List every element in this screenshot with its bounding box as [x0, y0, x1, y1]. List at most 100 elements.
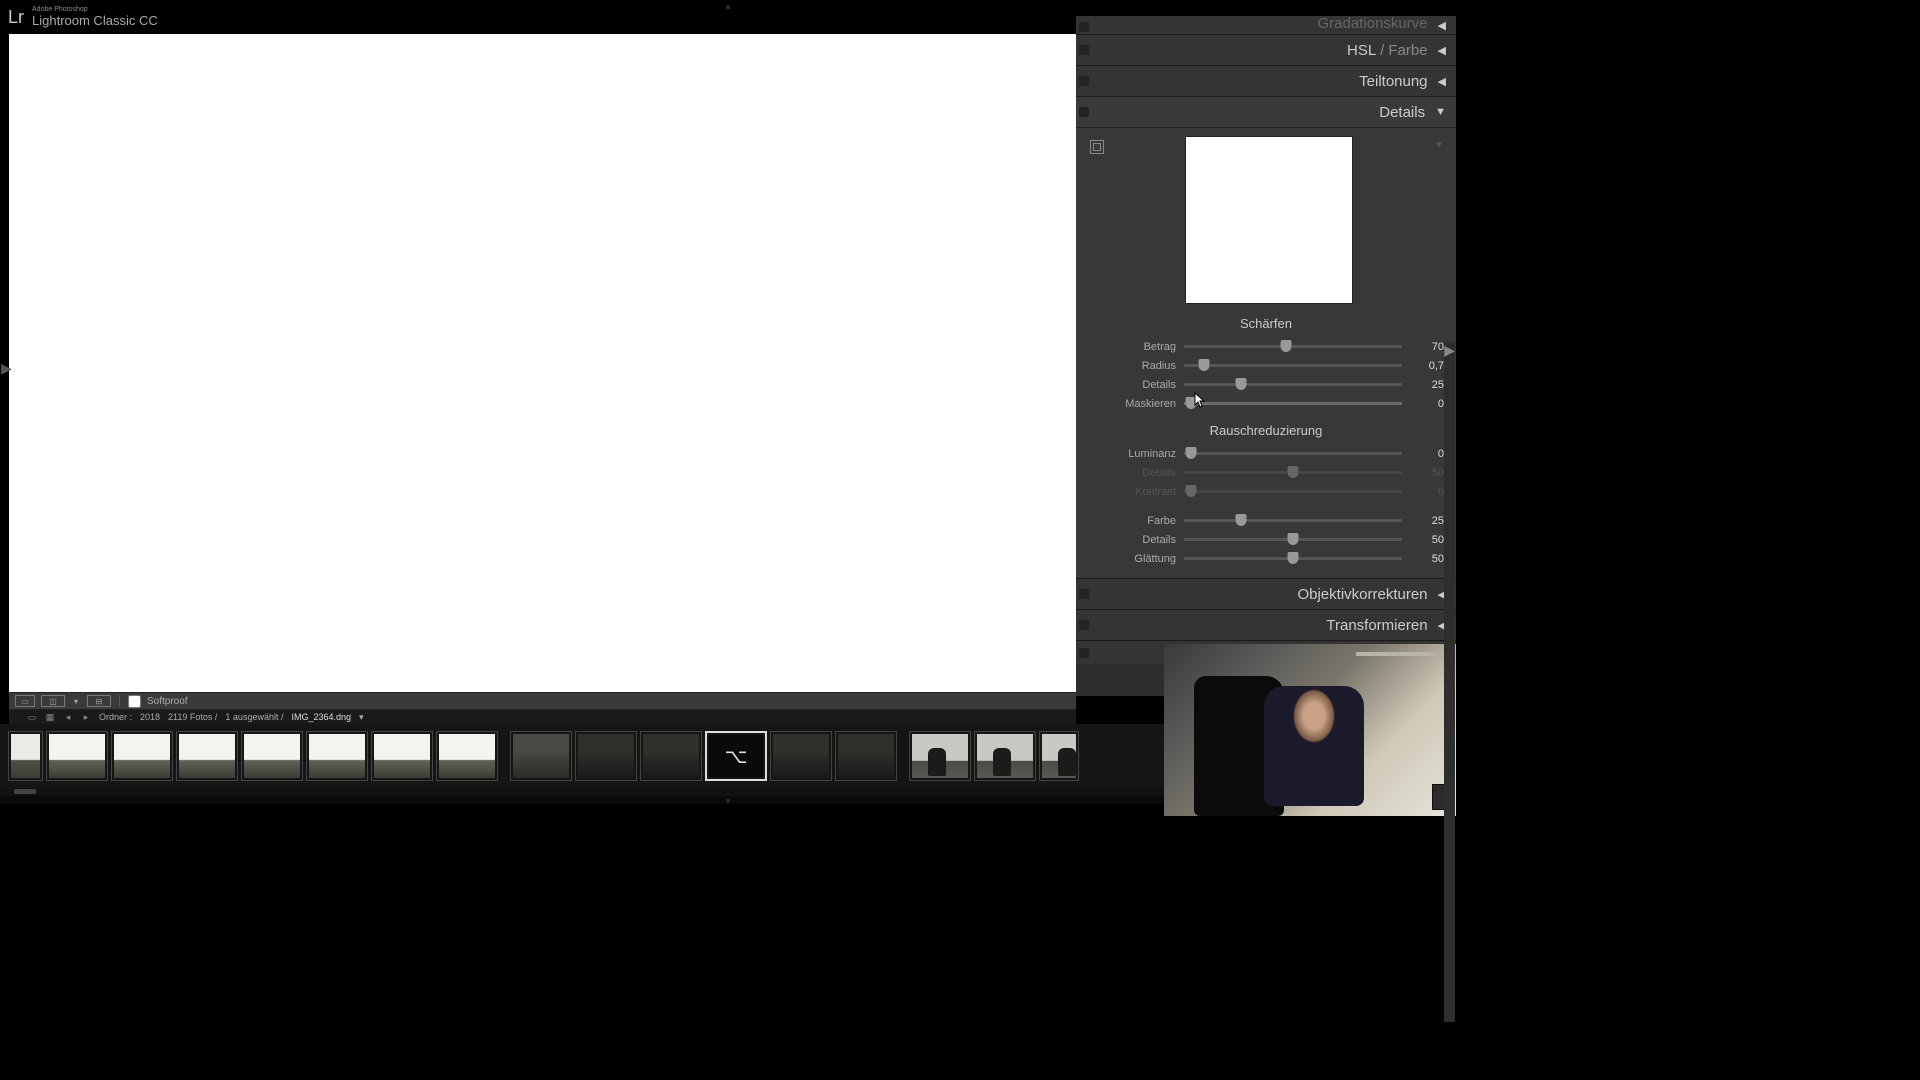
- filmstrip-thumb[interactable]: [46, 731, 108, 781]
- softproof-checkbox[interactable]: [128, 695, 141, 708]
- panel-toggle-dot[interactable]: [1079, 648, 1089, 658]
- slider-value[interactable]: 0: [1410, 448, 1444, 460]
- slider-label: Maskieren: [1088, 398, 1184, 410]
- brand-superscript: Adobe Photoshop: [32, 6, 158, 13]
- noise-color-slider-row: Farbe25: [1088, 511, 1444, 530]
- slider-handle[interactable]: [1288, 533, 1299, 545]
- panel-header-details[interactable]: Details ▼: [1076, 96, 1456, 127]
- panel-header-teiltonung[interactable]: Teiltonung ◀: [1076, 65, 1456, 96]
- slider-handle[interactable]: [1281, 340, 1292, 352]
- filmstrip-thumb[interactable]: [111, 731, 173, 781]
- filmstrip-thumb[interactable]: [770, 731, 832, 781]
- slider-label: Details: [1088, 379, 1184, 391]
- left-panel-expand-icon[interactable]: ▶: [1, 360, 12, 377]
- slider-track[interactable]: [1184, 345, 1402, 348]
- detail-preview-row: ▼: [1088, 136, 1444, 304]
- slider-value[interactable]: 0,7: [1410, 360, 1444, 372]
- panel-header-transform[interactable]: Transformieren ◀: [1076, 609, 1456, 640]
- filmstrip-thumb[interactable]: [909, 731, 971, 781]
- panel-toggle-dot[interactable]: [1079, 45, 1089, 55]
- slider-track[interactable]: [1184, 538, 1402, 541]
- panel-toggle-dot[interactable]: [1079, 589, 1089, 599]
- filmstrip-thumb[interactable]: [974, 731, 1036, 781]
- filmstrip-thumb[interactable]: [510, 731, 572, 781]
- detail-zoom-menu-icon[interactable]: ▼: [1434, 140, 1444, 151]
- slider-track[interactable]: [1184, 402, 1402, 405]
- slider-value[interactable]: 50: [1410, 553, 1444, 565]
- selected-count: 1 ausgewählt /: [225, 712, 283, 722]
- right-panel-collapse-icon[interactable]: ▶: [1444, 342, 1455, 1022]
- photo-count: 2119 Fotos /: [168, 712, 217, 722]
- slider-track[interactable]: [1184, 383, 1402, 386]
- panel-header-hsl[interactable]: HSL / Farbe ◀: [1076, 34, 1456, 65]
- slider-handle[interactable]: [1198, 359, 1209, 371]
- slider-value[interactable]: 70: [1410, 341, 1444, 353]
- filmstrip-thumb[interactable]: [575, 731, 637, 781]
- slider-track[interactable]: [1184, 519, 1402, 522]
- filmstrip-thumb[interactable]: [1039, 731, 1079, 781]
- slider-label: Kontrast: [1088, 486, 1184, 498]
- slider-handle[interactable]: [1288, 466, 1299, 478]
- slider-track[interactable]: [1184, 452, 1402, 455]
- app-logo: Lr: [8, 7, 24, 28]
- top-panel-toggle-icon[interactable]: ▴: [725, 1, 730, 12]
- nav-back-icon[interactable]: ◂: [63, 712, 73, 722]
- slider-value[interactable]: 0: [1410, 398, 1444, 410]
- panel-toggle-dot[interactable]: [1079, 107, 1089, 117]
- filmstrip-thumb[interactable]: [436, 731, 498, 781]
- panel-toggle-dot[interactable]: [1079, 76, 1089, 86]
- slider-track[interactable]: [1184, 364, 1402, 367]
- filmstrip-thumb[interactable]: [241, 731, 303, 781]
- detail-100pct-preview[interactable]: [1185, 136, 1353, 304]
- slider-value[interactable]: 50: [1410, 467, 1444, 479]
- slider-handle[interactable]: [1288, 552, 1299, 564]
- panel-title: Transformieren: [1326, 617, 1427, 634]
- webcam-bg-shelf: [1356, 652, 1436, 656]
- panel-header-gradation[interactable]: Gradationskurve ◀: [1076, 16, 1456, 34]
- filmstrip-thumb[interactable]: [8, 731, 43, 781]
- panel-header-objektiv[interactable]: Objektivkorrekturen ◀: [1076, 578, 1456, 609]
- panel-toggle-dot[interactable]: [1079, 22, 1089, 32]
- loupe-toolbar: ▭ ◫ ▾ ⊟ Softproof: [9, 692, 1076, 710]
- before-after-tb-icon[interactable]: ⊟: [87, 695, 111, 707]
- slider-value[interactable]: 25: [1410, 379, 1444, 391]
- filmstrip-thumb[interactable]: [640, 731, 702, 781]
- softproof-label: Softproof: [147, 696, 188, 707]
- slider-handle[interactable]: [1235, 514, 1246, 526]
- expand-icon: ▼: [1435, 106, 1446, 118]
- slider-track[interactable]: [1184, 471, 1402, 474]
- sharpen-slider-row: Radius0,7: [1088, 356, 1444, 375]
- second-window-icon[interactable]: ▭: [27, 712, 37, 722]
- sharpen-slider-row: Betrag70: [1088, 337, 1444, 356]
- slider-handle[interactable]: [1185, 485, 1196, 497]
- slider-value[interactable]: 0: [1410, 486, 1444, 498]
- filmstrip-thumb[interactable]: [371, 731, 433, 781]
- slider-handle[interactable]: [1235, 378, 1246, 390]
- panel-title: Details: [1379, 104, 1425, 121]
- detail-pick-area-icon[interactable]: [1090, 140, 1104, 154]
- details-panel-body: ▼ Schärfen Betrag70Radius0,7Details25Mas…: [1076, 127, 1456, 578]
- current-filename: IMG_2364.dng: [291, 712, 351, 722]
- nav-fwd-icon[interactable]: ▸: [81, 712, 91, 722]
- slider-value[interactable]: 50: [1410, 534, 1444, 546]
- filmstrip-thumb[interactable]: [306, 731, 368, 781]
- slider-track[interactable]: [1184, 490, 1402, 493]
- collapse-icon: ◀: [1438, 19, 1446, 32]
- filmstrip-thumb[interactable]: [176, 731, 238, 781]
- slider-handle[interactable]: [1185, 447, 1196, 459]
- before-after-menu-icon[interactable]: ▾: [71, 695, 81, 707]
- main-preview[interactable]: [9, 34, 1076, 692]
- grid-icon[interactable]: ▦: [45, 712, 55, 722]
- filmstrip-thumb-selected[interactable]: ⌥: [705, 731, 767, 781]
- filename-menu-icon[interactable]: ▾: [359, 712, 364, 723]
- panel-title-hsl: HSL: [1347, 42, 1376, 59]
- folder-label: Ordner :: [99, 712, 132, 722]
- before-after-lr-icon[interactable]: ◫: [41, 695, 65, 707]
- folder-year[interactable]: 2018: [140, 712, 160, 722]
- filmstrip-thumb[interactable]: [835, 731, 897, 781]
- panel-toggle-dot[interactable]: [1079, 620, 1089, 630]
- slider-handle[interactable]: [1185, 397, 1196, 409]
- slider-track[interactable]: [1184, 557, 1402, 560]
- loupe-view-icon[interactable]: ▭: [15, 695, 35, 707]
- slider-value[interactable]: 25: [1410, 515, 1444, 527]
